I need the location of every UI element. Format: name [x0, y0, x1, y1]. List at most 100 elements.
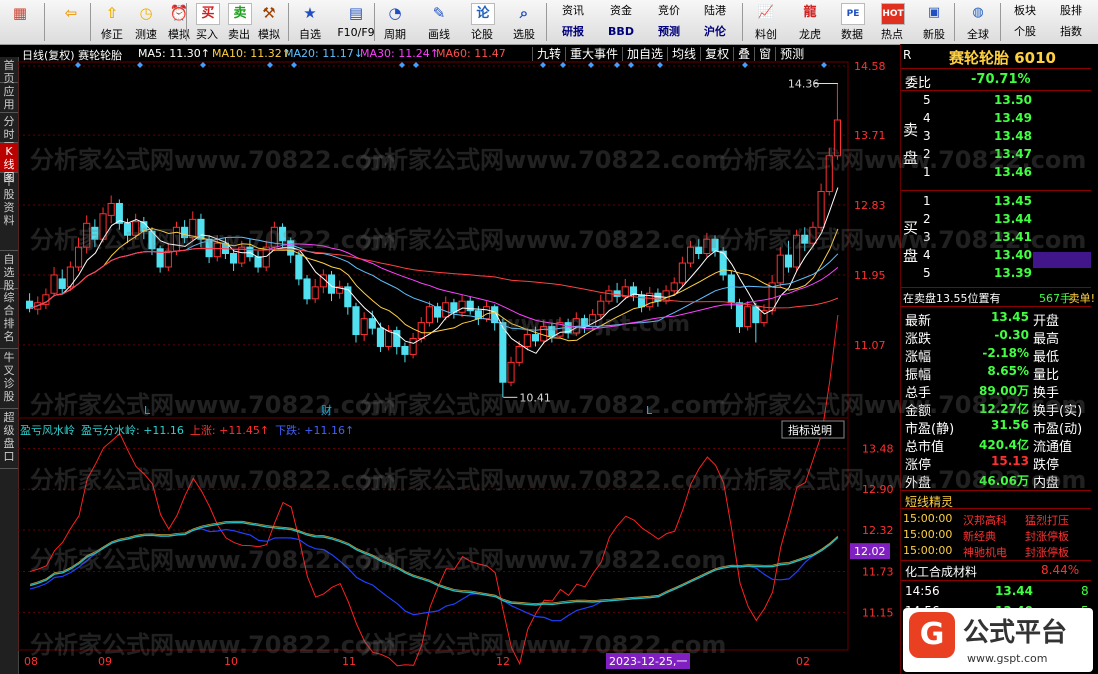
- toolbar2-button-5[interactable]: ◍ 全球: [958, 0, 998, 44]
- info-diamond-icon[interactable]: [628, 62, 634, 68]
- info-diamond-icon[interactable]: [399, 62, 405, 68]
- star-icon: ★: [303, 4, 317, 22]
- stat-label: 振幅: [905, 368, 932, 383]
- watershed-line-2: [29, 520, 839, 605]
- kline-chart[interactable]: 14.58 13.71 12.83 11.95 11.07 14.36 10.41 L 财 L 13…: [18, 44, 900, 674]
- info-diamond-icon[interactable]: [657, 62, 663, 68]
- buy-level: 2: [923, 212, 931, 226]
- small-button-3[interactable]: BBD: [600, 22, 642, 42]
- info-diamond-icon[interactable]: [267, 62, 273, 68]
- toolbar-button-label: 修正: [101, 28, 123, 41]
- toolbar-button-4[interactable]: ⏰ 模拟: [164, 0, 194, 44]
- toolbar-separator: [44, 3, 45, 41]
- left-tab-1[interactable]: 应用: [0, 83, 18, 113]
- sprite-stock[interactable]: 神驰机电: [963, 544, 1007, 560]
- small-button-0[interactable]: 资讯: [552, 1, 594, 21]
- event-marker[interactable]: 财: [321, 403, 332, 417]
- info-diamond-icon[interactable]: [291, 62, 297, 68]
- toolbar2-button-0[interactable]: 📈 料创: [746, 0, 786, 44]
- toolbar-button-8[interactable]: ★ 自选: [290, 0, 330, 44]
- candle-body: [833, 119, 842, 157]
- left-tab-6[interactable]: 综合排名: [0, 289, 18, 349]
- right-small-button-3[interactable]: 指数: [1050, 22, 1092, 42]
- small-button-5[interactable]: 预测: [648, 22, 690, 42]
- toolbar-button-9[interactable]: ▤ F10/F9: [336, 0, 376, 44]
- toolbar-button-label: 测速: [135, 28, 157, 41]
- panel-divider: [901, 190, 1091, 191]
- down-series-line: [29, 528, 839, 622]
- chat-icon: 论: [471, 3, 495, 25]
- toolbar-button-7[interactable]: ⚒ 模拟: [254, 0, 284, 44]
- toolbar2-button-1[interactable]: 龍龙虎: [790, 0, 830, 44]
- toolbar-button-label: 买入: [196, 28, 218, 41]
- toolbar-button-1[interactable]: ⇦: [52, 0, 90, 44]
- candle-body: [107, 202, 115, 216]
- back-arrow-icon: ⇦: [64, 4, 78, 22]
- info-diamond-icon[interactable]: [821, 62, 827, 68]
- candle-body: [58, 278, 66, 289]
- small-button-7[interactable]: 沪伦: [694, 22, 736, 42]
- small-button-4[interactable]: 竞价: [648, 1, 690, 21]
- candle-body: [425, 306, 433, 324]
- toolbar-button-11[interactable]: ✎ 画线: [420, 0, 458, 44]
- info-diamond-icon[interactable]: [742, 62, 748, 68]
- info-diamond-icon[interactable]: [614, 62, 620, 68]
- right-small-button-2[interactable]: 个股: [1004, 22, 1046, 42]
- event-marker[interactable]: L: [646, 404, 653, 417]
- globe-icon: ◍: [972, 5, 984, 20]
- right-small-button-1[interactable]: 股排: [1050, 1, 1092, 21]
- toolbar-button-2[interactable]: ⇧ 修正: [96, 0, 128, 44]
- right-small-button-0[interactable]: 板块: [1004, 1, 1046, 21]
- small-button-6[interactable]: 陆港: [694, 1, 736, 21]
- info-diamond-icon[interactable]: [588, 62, 594, 68]
- buy-price: 13.41: [994, 230, 1032, 244]
- gspt-logo-text: 公式平台: [963, 618, 1068, 648]
- info-diamond-icon[interactable]: [560, 62, 566, 68]
- current-value-badge-text: 12.02: [854, 545, 886, 558]
- stat-label-2: 最高: [1033, 332, 1060, 347]
- toolbar2-button-2[interactable]: PE 数据: [832, 0, 872, 44]
- left-tab-8[interactable]: 超级盘口: [0, 409, 18, 469]
- toolbar-button-0[interactable]: ▦: [0, 0, 40, 44]
- toolbar2-button-3[interactable]: HOT 热点: [872, 0, 912, 44]
- info-diamond-icon[interactable]: [75, 62, 81, 68]
- left-tab-3[interactable]: K线图: [0, 143, 18, 184]
- left-tab-2[interactable]: 分时图: [0, 113, 18, 154]
- info-diamond-icon[interactable]: [137, 62, 143, 68]
- left-tab-4[interactable]: 个股资料: [0, 173, 18, 251]
- info-diamond-icon[interactable]: [413, 62, 419, 68]
- buy-level: 5: [923, 266, 931, 280]
- pen-icon: ✎: [432, 4, 446, 22]
- info-diamond-icon[interactable]: [200, 62, 206, 68]
- left-tab-7[interactable]: 牛叉诊股: [0, 349, 18, 409]
- info-diamond-icon[interactable]: [540, 62, 546, 68]
- event-marker[interactable]: L: [144, 404, 151, 417]
- toolbar-button-10[interactable]: ◔ 周期: [376, 0, 414, 44]
- toolbar-button-5[interactable]: 买买入: [192, 0, 222, 44]
- panel-divider: [901, 306, 1091, 307]
- sell-price: 13.48: [994, 129, 1032, 143]
- sell-price: 13.50: [994, 93, 1032, 107]
- small-button-2[interactable]: 资金: [600, 1, 642, 21]
- up-series-line: [29, 314, 839, 667]
- toolbar-button-3[interactable]: ◷ 测速: [130, 0, 162, 44]
- candle-body: [499, 322, 507, 383]
- sprite-stock[interactable]: 汉邦高科: [963, 512, 1007, 528]
- tick-time: 14:56: [905, 584, 940, 598]
- candle-body: [548, 326, 556, 337]
- left-tab-5[interactable]: 自选股: [0, 251, 18, 292]
- toolbar-button-13[interactable]: ⌕ 选股: [504, 0, 544, 44]
- toolbar-button-6[interactable]: 卖卖出: [224, 0, 254, 44]
- toolbar-button-12[interactable]: 论论股: [464, 0, 500, 44]
- candle-body: [735, 302, 744, 328]
- left-tab-0[interactable]: 首页: [0, 57, 18, 85]
- sprite-stock[interactable]: 新经典: [963, 528, 996, 544]
- candle-body: [613, 290, 621, 297]
- candle-body: [417, 322, 425, 340]
- buy-level: 3: [923, 230, 931, 244]
- toolbar2-button-4[interactable]: ▣ 新股: [914, 0, 954, 44]
- y-tick-label: 12.83: [854, 199, 886, 212]
- small-button-1[interactable]: 研报: [552, 22, 594, 42]
- candle-body: [189, 218, 197, 239]
- toolbar-button-label: 周期: [384, 28, 406, 41]
